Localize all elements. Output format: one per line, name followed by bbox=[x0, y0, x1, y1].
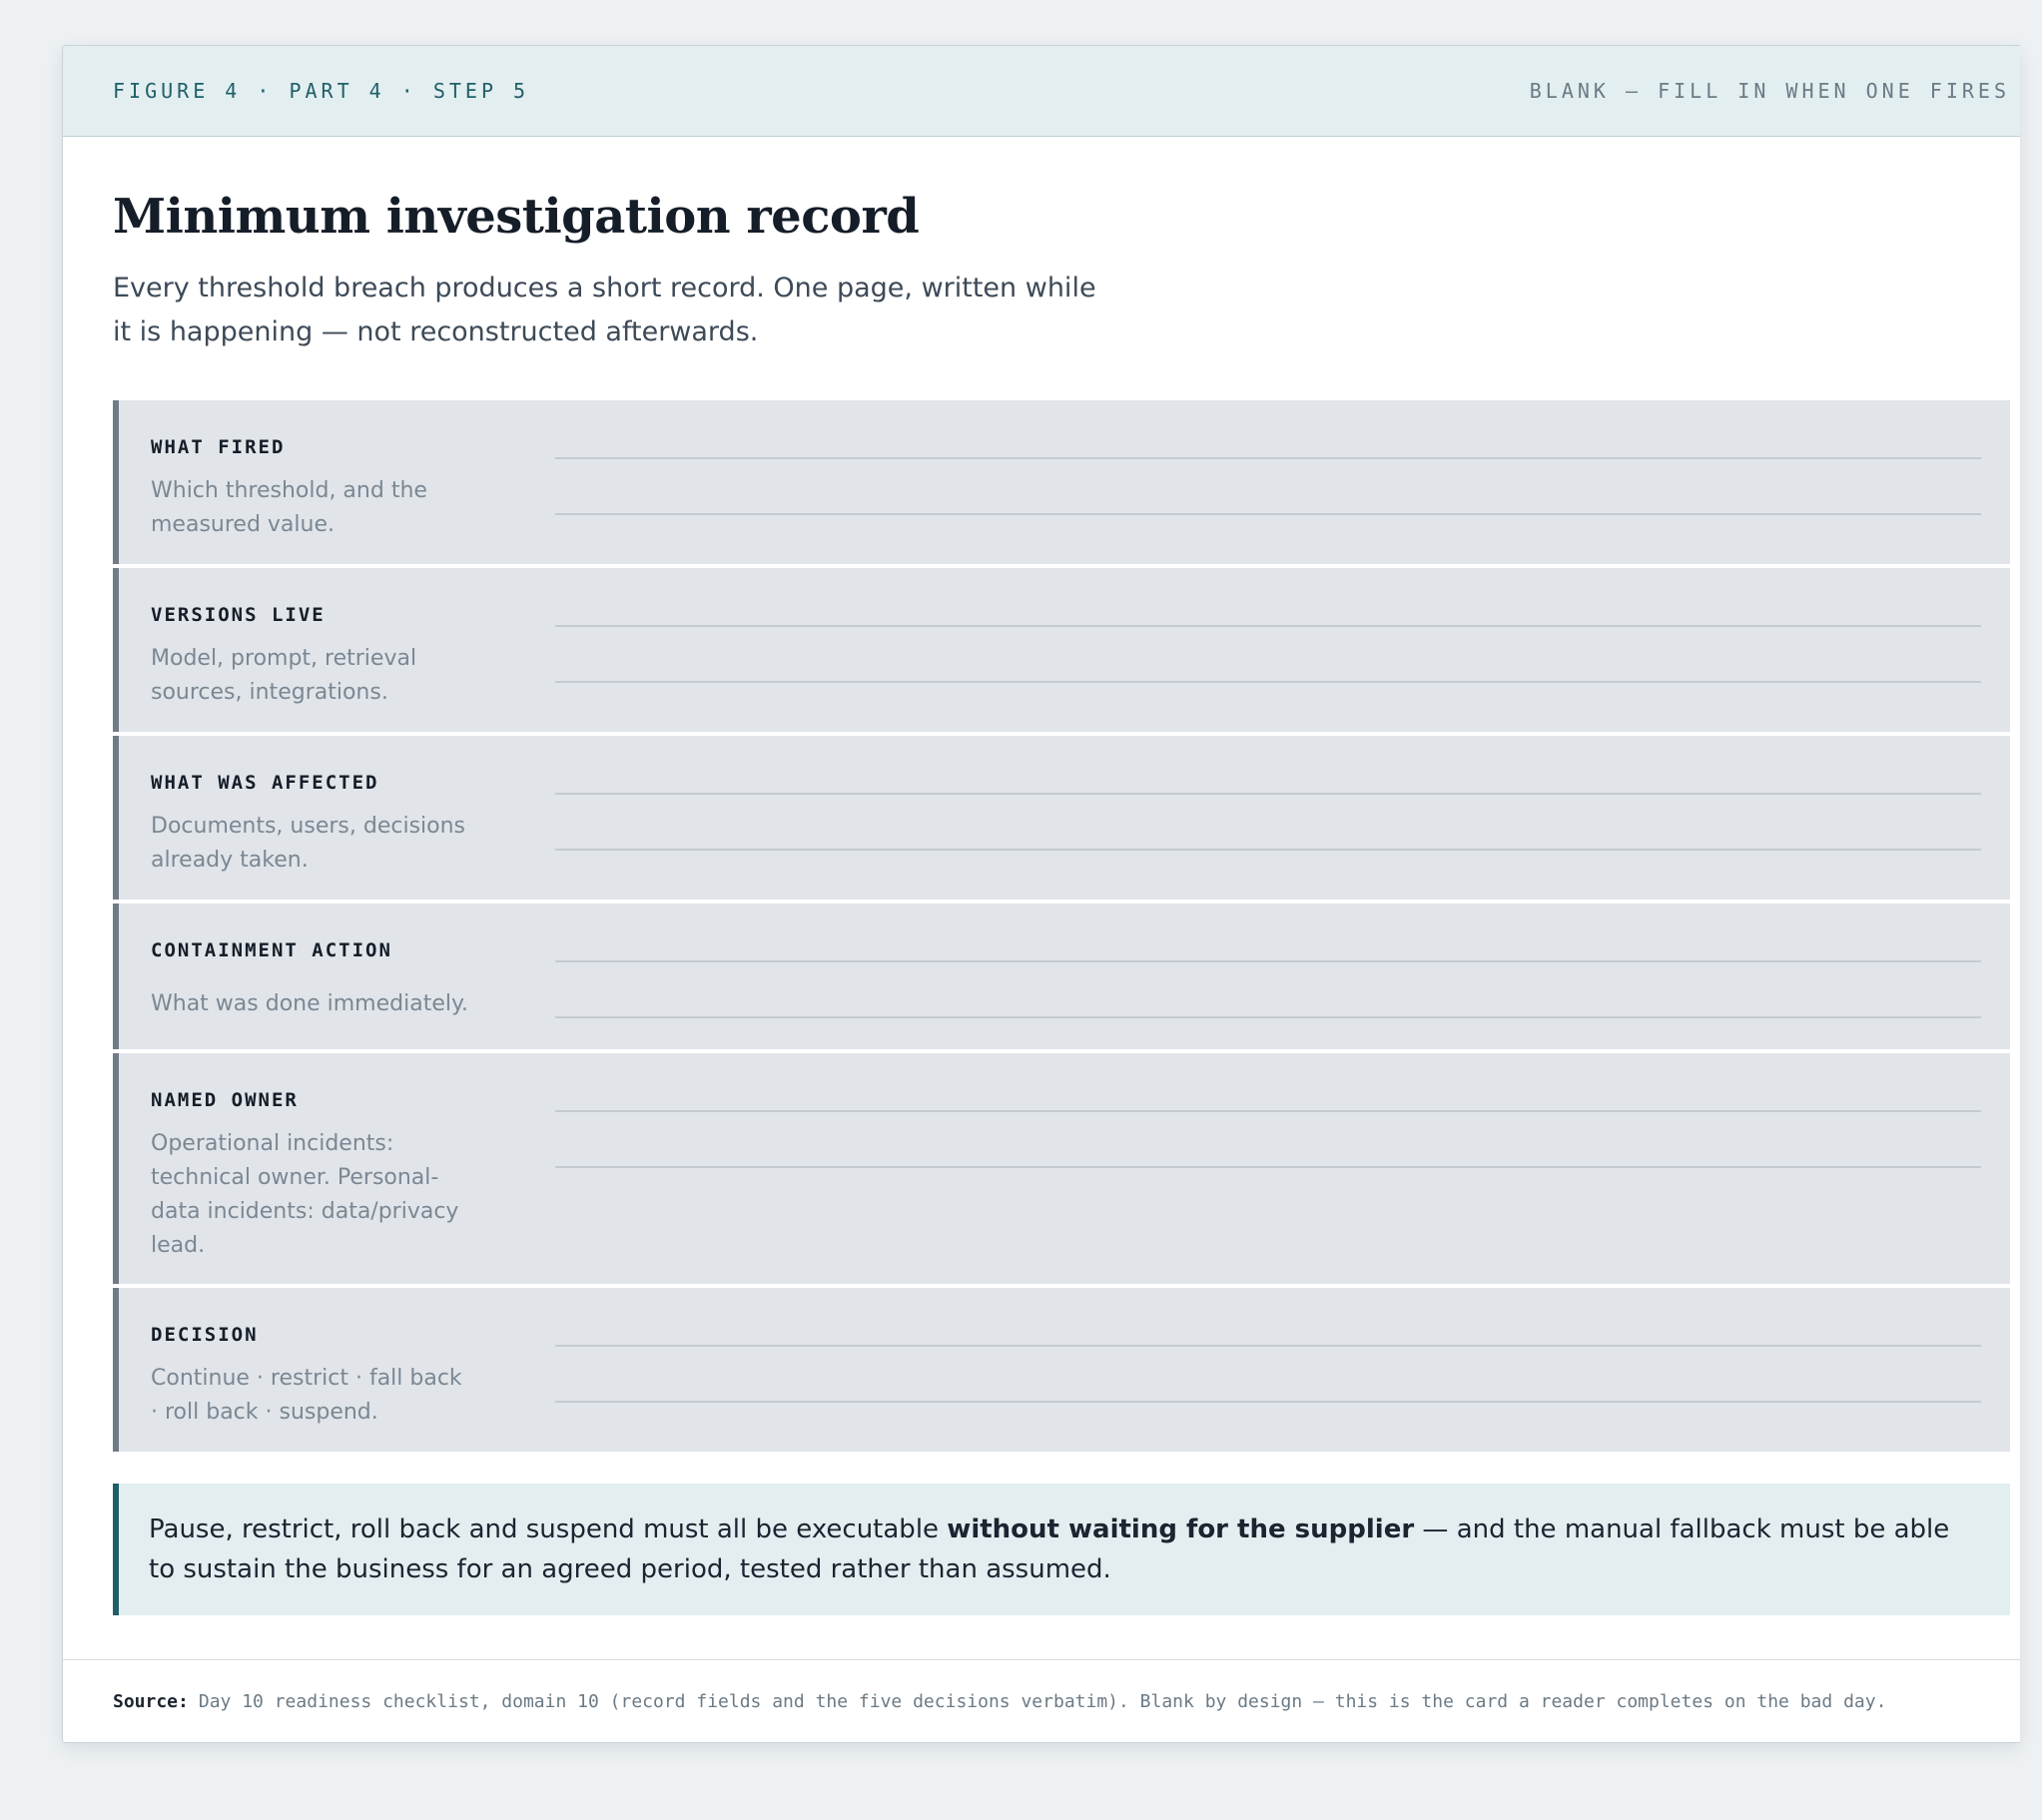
write-line bbox=[555, 1401, 1981, 1403]
note-emphasis: without waiting for the supplier bbox=[947, 1515, 1415, 1544]
field-name: NAMED OWNER bbox=[151, 1089, 299, 1111]
field-row-what-fired: WHAT FIRED Which threshold, and the meas… bbox=[113, 400, 2010, 564]
write-line bbox=[555, 1166, 1981, 1168]
field-row-versions-live: VERSIONS LIVE Model, prompt, retrieval s… bbox=[113, 568, 2010, 732]
field-row-what-was-affected: WHAT WAS AFFECTED Documents, users, deci… bbox=[113, 736, 2010, 900]
write-line bbox=[555, 513, 1981, 515]
write-line bbox=[555, 793, 1981, 795]
write-line bbox=[555, 960, 1981, 962]
write-in-area[interactable] bbox=[555, 904, 1981, 1049]
figure-label: FIGURE 4 · PART 4 · STEP 5 bbox=[113, 79, 530, 103]
record-fields: WHAT FIRED Which threshold, and the meas… bbox=[113, 400, 2010, 1452]
field-hint: Operational incidents: technical owner. … bbox=[151, 1131, 459, 1258]
write-in-area[interactable] bbox=[555, 568, 1981, 732]
blank-label: BLANK — FILL IN WHEN ONE FIRES bbox=[1529, 79, 2010, 103]
field-hint: Which threshold, and the measured value. bbox=[151, 478, 427, 537]
source-label: Source: bbox=[113, 1690, 189, 1712]
write-line bbox=[555, 1110, 1981, 1112]
fallback-note: Pause, restrict, roll back and suspend m… bbox=[113, 1484, 2010, 1615]
write-in-area[interactable] bbox=[555, 736, 1981, 900]
figure-header: FIGURE 4 · PART 4 · STEP 5 BLANK — FILL … bbox=[63, 46, 2020, 137]
field-hint: Continue · restrict · fall back · roll b… bbox=[151, 1366, 462, 1425]
heading-block: Minimum investigation record Every thres… bbox=[63, 137, 2020, 354]
write-in-area[interactable] bbox=[555, 400, 1981, 564]
write-in-area[interactable] bbox=[555, 1053, 1981, 1284]
source-text: Day 10 readiness checklist, domain 10 (r… bbox=[198, 1690, 1887, 1712]
field-row-named-owner: NAMED OWNER Operational incidents: techn… bbox=[113, 1053, 2010, 1284]
field-name: CONTAINMENT ACTION bbox=[151, 939, 392, 961]
note-text-before: Pause, restrict, roll back and suspend m… bbox=[149, 1515, 948, 1544]
field-row-decision: DECISION Continue · restrict · fall back… bbox=[113, 1288, 2010, 1452]
field-row-containment-action: CONTAINMENT ACTION What was done immedia… bbox=[113, 904, 2010, 1049]
field-name: DECISION bbox=[151, 1324, 259, 1346]
write-line bbox=[555, 681, 1981, 683]
write-in-area[interactable] bbox=[555, 1288, 1981, 1452]
field-name: WHAT FIRED bbox=[151, 436, 286, 458]
intro-text: Every threshold breach produces a short … bbox=[113, 273, 1096, 347]
source-footer: Source: Day 10 readiness checklist, doma… bbox=[63, 1659, 2020, 1742]
record-card: FIGURE 4 · PART 4 · STEP 5 BLANK — FILL … bbox=[62, 45, 2020, 1743]
field-hint: Documents, users, decisions already take… bbox=[151, 814, 466, 873]
field-hint: Model, prompt, retrieval sources, integr… bbox=[151, 646, 417, 705]
write-line bbox=[555, 1016, 1981, 1018]
field-name: WHAT WAS AFFECTED bbox=[151, 772, 379, 794]
page-title: Minimum investigation record bbox=[113, 189, 920, 245]
field-name: VERSIONS LIVE bbox=[151, 604, 326, 626]
write-line bbox=[555, 1345, 1981, 1347]
write-line bbox=[555, 625, 1981, 627]
write-line bbox=[555, 849, 1981, 851]
write-line bbox=[555, 457, 1981, 459]
field-hint: What was done immediately. bbox=[151, 991, 468, 1016]
